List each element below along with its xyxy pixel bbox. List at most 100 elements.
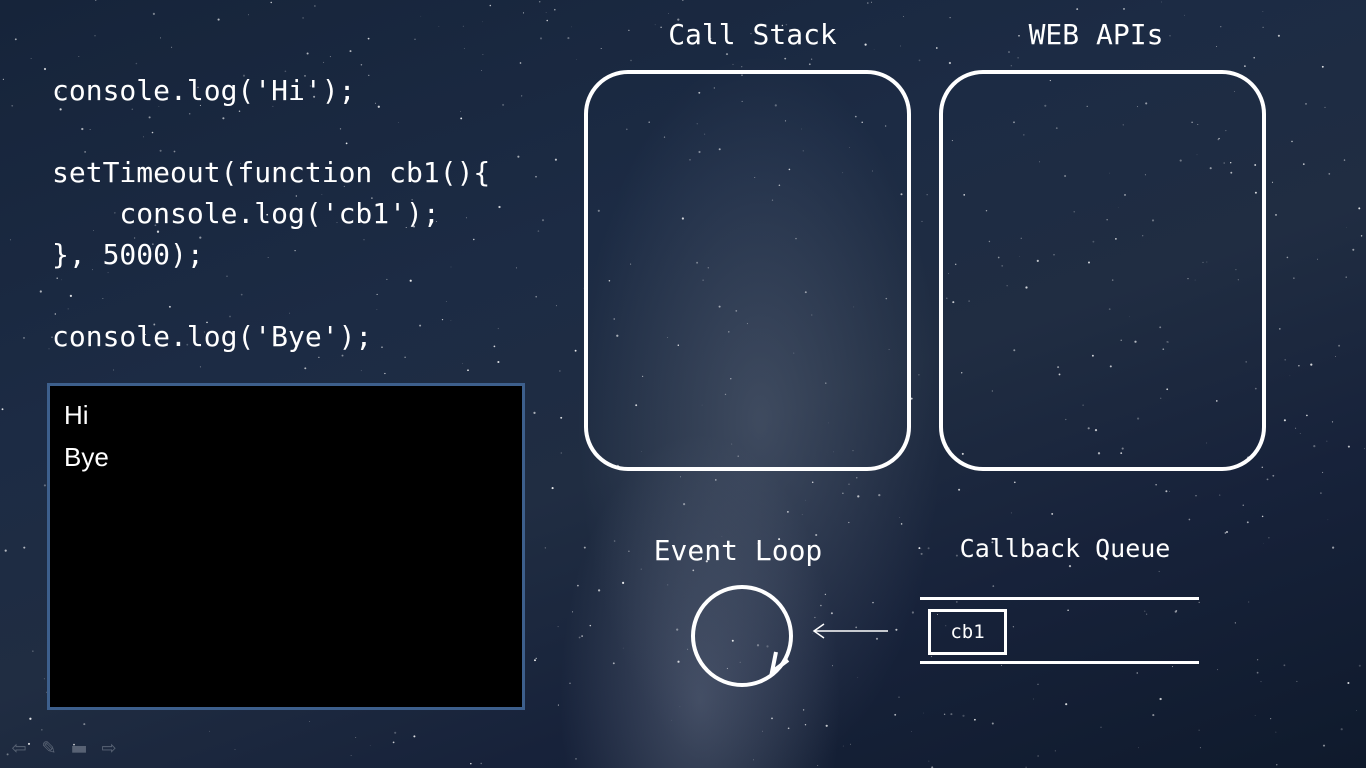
star (1037, 683, 1039, 685)
star (497, 360, 500, 364)
star (900, 523, 903, 525)
star (497, 327, 499, 330)
star (1271, 181, 1274, 183)
star (480, 762, 482, 765)
star (761, 730, 764, 732)
pen-icon[interactable]: ✎ (38, 738, 60, 759)
star (1054, 750, 1056, 752)
callback-queue-item: cb1 (928, 609, 1007, 655)
slide-menu-icon[interactable]: ▬ (68, 738, 90, 759)
star (1275, 214, 1277, 216)
star (209, 730, 210, 732)
star (871, 1, 872, 3)
star (567, 37, 570, 40)
star (1262, 10, 1264, 12)
call-stack-box (584, 70, 911, 471)
star (94, 35, 96, 37)
star (575, 758, 577, 760)
star (413, 735, 416, 738)
star (991, 722, 994, 725)
star (923, 712, 925, 714)
star (612, 662, 615, 665)
star (894, 713, 897, 716)
star (814, 616, 816, 619)
star (14, 38, 17, 41)
star (899, 517, 900, 518)
arrow-left-icon[interactable]: ⇦ (8, 738, 30, 759)
star (554, 8, 556, 11)
star (1013, 481, 1016, 484)
star (918, 374, 920, 376)
star (787, 727, 790, 730)
star (1262, 26, 1264, 28)
star (810, 58, 813, 60)
star (848, 521, 850, 524)
star (41, 729, 43, 731)
star (1321, 65, 1324, 68)
star (1123, 7, 1125, 10)
star (350, 755, 352, 756)
star (113, 369, 115, 371)
star (270, 1, 272, 4)
star (535, 175, 537, 178)
code-listing: console.log('Hi'); setTimeout(function cb… (52, 70, 490, 357)
star (1345, 276, 1347, 278)
star (560, 416, 563, 419)
star (1165, 490, 1168, 493)
star (1317, 258, 1318, 260)
star (1175, 610, 1178, 612)
star (78, 55, 80, 58)
star (9, 239, 11, 241)
star (39, 290, 42, 293)
star (392, 741, 395, 744)
star (4, 549, 7, 552)
star (1332, 546, 1335, 549)
star (521, 95, 523, 97)
star (545, 11, 547, 13)
star (1364, 448, 1366, 450)
star (1324, 106, 1326, 108)
arrow-right-icon[interactable]: ⇨ (98, 738, 120, 759)
star (1246, 521, 1249, 524)
star (600, 48, 602, 49)
star (1346, 227, 1347, 228)
star (360, 370, 362, 372)
star (786, 510, 789, 513)
star (1328, 173, 1331, 175)
web-apis-box (939, 70, 1266, 471)
star (48, 348, 50, 350)
star (83, 723, 86, 726)
star (420, 15, 422, 17)
star (1335, 356, 1336, 357)
star (557, 704, 559, 706)
star (1358, 207, 1361, 210)
star (927, 547, 930, 550)
star (714, 479, 717, 481)
star (1322, 471, 1324, 473)
star (498, 205, 501, 209)
star (309, 720, 310, 722)
star (811, 481, 814, 484)
star (1289, 375, 1291, 377)
star (1283, 419, 1286, 422)
star (517, 155, 520, 158)
star (557, 626, 559, 628)
star (857, 495, 860, 498)
star (1305, 103, 1307, 105)
star (438, 25, 440, 27)
star (1242, 504, 1244, 506)
star (943, 713, 946, 715)
star (29, 717, 32, 720)
code-line-5: }, 5000); (52, 238, 204, 271)
star (805, 499, 806, 501)
star (895, 628, 898, 631)
star (1198, 729, 1200, 731)
star (1295, 427, 1297, 429)
star (1340, 728, 1343, 731)
star (1146, 613, 1148, 615)
star (676, 628, 679, 631)
star (1010, 512, 1012, 514)
star (171, 46, 173, 48)
star (920, 548, 922, 550)
star (622, 647, 624, 649)
